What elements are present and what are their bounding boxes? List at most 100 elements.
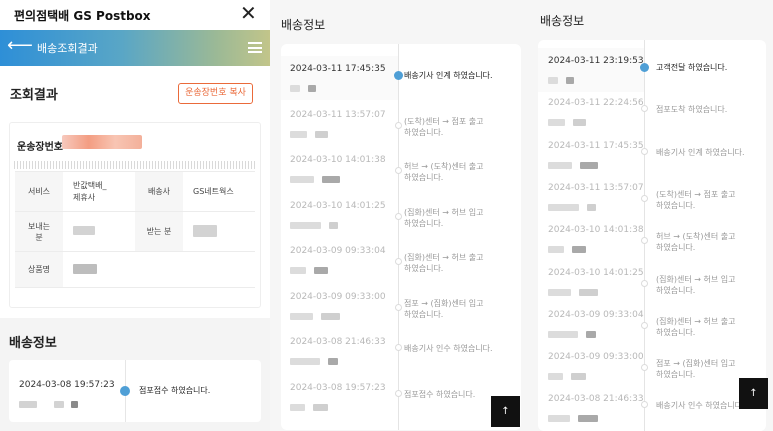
- timeline-location-redacted: [548, 365, 586, 384]
- timeline-time: 2024-03-11 13:57:07: [548, 182, 644, 193]
- timeline-status: 점포접수 하였습니다.: [139, 386, 211, 395]
- timeline-time: 2024-03-10 14:01:25: [290, 200, 386, 211]
- timeline-location-redacted: [548, 196, 596, 215]
- timeline-dot: [641, 194, 648, 202]
- timeline-time: 2024-03-08 19:57:23: [290, 382, 386, 393]
- timeline-status: 허브 → (도착)센터 출고 하였습니다.: [404, 162, 484, 182]
- courier-label: 배송사: [135, 171, 183, 212]
- timeline-dot: [641, 364, 648, 372]
- timeline-dot: [395, 212, 402, 220]
- timeline-location-redacted: [290, 259, 328, 278]
- timeline-time: 2024-03-08 21:46:33: [290, 337, 386, 347]
- product-value-redacted: [63, 251, 255, 288]
- back-arrow-icon[interactable]: ⟵: [7, 35, 33, 56]
- timeline-entry: 2024-03-08 21:46:33 배송기사 인수 하였습니다.: [538, 394, 766, 431]
- timeline-location-redacted: [290, 305, 340, 324]
- close-icon[interactable]: ✕: [240, 1, 257, 25]
- delivery-info-title: 배송정보: [281, 18, 326, 32]
- timeline-time: 2024-03-09 09:33:00: [548, 352, 644, 363]
- timeline-dot: [641, 321, 648, 329]
- result-section: 조회결과 운송장번호 복사 운송장번호 서비스 반값택배_ 제휴사 배송사 GS…: [0, 66, 270, 326]
- timeline-entry: 2024-03-11 13:57:07 (도착)센터 → 점포 출고 하였습니다.: [281, 110, 521, 156]
- timeline-time: 2024-03-09 09:33:04: [290, 246, 386, 256]
- timeline-entry: 2024-03-11 23:19:53 고객전달 하였습니다.: [538, 56, 766, 98]
- timeline-location-redacted: [548, 69, 574, 88]
- timeline-location-redacted: [548, 281, 598, 300]
- copy-waybill-button[interactable]: 운송장번호 복사: [178, 83, 253, 104]
- timeline-status: (집화)센터 → 허브 출고 하였습니다.: [404, 253, 484, 273]
- timeline-status: 고객전달 하였습니다.: [656, 63, 728, 72]
- result-title: 조회결과: [10, 88, 58, 103]
- timeline-dot-active: [120, 386, 130, 396]
- timeline-entry: 2024-03-08 19:57:23 점포접수 하였습니다.: [281, 383, 521, 429]
- timeline-entry: 2024-03-09 09:33:04 (집화)센터 → 허브 출고 하였습니다.: [538, 310, 766, 352]
- timeline-status: 점포 → (집화)센터 입고 하였습니다.: [656, 359, 736, 380]
- sender-label: 보내는 분: [15, 211, 63, 252]
- timeline-time: 2024-03-11 22:24:56: [548, 98, 644, 109]
- timeline-location-redacted: [548, 323, 596, 342]
- timeline-status: (도착)센터 → 점포 출고 하였습니다.: [404, 116, 484, 137]
- shipment-table: 서비스 반값택배_ 제휴사 배송사 GS네트웍스 보내는 분 받는 분 상품명: [15, 171, 255, 288]
- timeline-location-redacted: [290, 214, 338, 233]
- courier-value: GS네트웍스: [183, 171, 255, 212]
- timeline-status: (집화)센터 → 허브 입고 하였습니다.: [404, 207, 484, 228]
- nav-title: 배송조회결과: [37, 42, 98, 55]
- timeline-location-redacted: [548, 238, 586, 257]
- scroll-top-button[interactable]: ↑: [491, 396, 520, 427]
- delivery-timeline-card: 2024-03-08 19:57:23 점포접수 하였습니다.: [9, 360, 261, 422]
- timeline-entry: 2024-03-11 17:45:35 배송기사 인계 하였습니다.: [538, 141, 766, 183]
- timeline-time: 2024-03-09 09:33:00: [290, 291, 386, 302]
- delivery-info-title: 배송정보: [9, 336, 57, 351]
- timeline-entry: 2024-03-10 14:01:25 (집화)센터 → 허브 입고 하였습니다.: [281, 201, 521, 247]
- timeline-time: 2024-03-10 14:01:38: [290, 155, 386, 165]
- timeline-entry: 2024-03-11 13:57:07 (도착)센터 → 점포 출고 하였습니다.: [538, 183, 766, 225]
- delivery-info-section: 배송정보 2024-03-08 19:57:23 점포접수 하였습니다.: [0, 318, 270, 431]
- sender-value-redacted: [63, 211, 135, 252]
- timeline-time: 2024-03-10 14:01:38: [548, 225, 644, 236]
- timeline-location-redacted: [548, 154, 598, 173]
- timeline-status: 배송기사 인계 하였습니다.: [656, 147, 745, 157]
- nav-bar: ⟵ 배송조회결과: [0, 30, 270, 66]
- timeline-dot: [641, 279, 648, 287]
- panel-delivery-timeline-1: 배송정보 2024-03-11 17:45:35 배송기사 인계 하였습니다. 20…: [270, 0, 530, 431]
- timeline-status: 허브 → (도착)센터 출고 하였습니다.: [656, 232, 736, 253]
- timeline-time: 2024-03-09 09:33:04: [548, 309, 644, 320]
- timeline-status: 점포접수 하였습니다.: [404, 389, 476, 399]
- timeline-time: 2024-03-11 17:45:35: [548, 140, 644, 151]
- timeline-status: (집화)센터 → 허브 출고 하였습니다.: [656, 316, 736, 337]
- timeline-location-redacted: [290, 123, 328, 142]
- timeline-status: 점포도착 하였습니다.: [656, 105, 728, 115]
- timeline-time: 2024-03-08 21:46:33: [548, 394, 644, 405]
- timeline-dot-active: [394, 71, 403, 80]
- timeline-entry: 2024-03-09 09:33:00 점포 → (집화)센터 입고 하였습니다.: [281, 292, 521, 338]
- service-value: 반값택배_ 제휴사: [63, 171, 135, 212]
- timeline-status: 점포 → (집화)센터 입고 하였습니다.: [404, 298, 484, 319]
- receiver-value-redacted: [183, 211, 255, 252]
- timeline-card: 2024-03-11 23:19:53 고객전달 하였습니다. 2024-03-11…: [538, 40, 766, 431]
- panel-delivery-result: 편의점택배 GS Postbox ✕ ⟵ 배송조회결과 조회결과 운송장번호 복…: [0, 0, 270, 431]
- timeline-time: 2024-03-11 17:45:35: [290, 64, 386, 74]
- timeline-location-redacted: [290, 168, 340, 187]
- timeline-location-redacted: [19, 393, 79, 412]
- timeline-time: 2024-03-11 13:57:07: [290, 109, 386, 120]
- timeline-entry: 2024-03-08 21:46:33 배송기사 인수 하였습니다.: [281, 337, 521, 383]
- timeline-status: 배송기사 인수 하였습니다.: [656, 401, 745, 411]
- timeline-location-redacted: [548, 111, 586, 130]
- timeline-card: 2024-03-11 17:45:35 배송기사 인계 하였습니다. 2024-03…: [281, 44, 521, 430]
- app-title: 편의점택배 GS Postbox: [14, 9, 151, 23]
- timeline-status: (도착)센터 → 점포 출고 하였습니다.: [656, 189, 736, 210]
- hamburger-menu-icon[interactable]: [248, 42, 262, 53]
- scroll-top-button[interactable]: ↑: [739, 378, 768, 409]
- timeline-entry: 2024-03-10 14:01:38 허브 → (도착)센터 출고 하였습니다.: [281, 155, 521, 201]
- timeline-time: 2024-03-08 19:57:23: [19, 380, 115, 390]
- timeline-location-redacted: [290, 350, 338, 369]
- waybill-number-redacted: [62, 135, 142, 149]
- receiver-label: 받는 분: [135, 211, 183, 252]
- timeline-dot: [641, 105, 648, 113]
- service-label: 서비스: [15, 171, 63, 212]
- timeline-dot-active: [640, 63, 649, 72]
- waybill-label: 운송장번호: [17, 142, 63, 153]
- timeline-location-redacted: [548, 407, 598, 426]
- timeline-dot: [395, 303, 402, 311]
- timeline-dot: [641, 401, 648, 409]
